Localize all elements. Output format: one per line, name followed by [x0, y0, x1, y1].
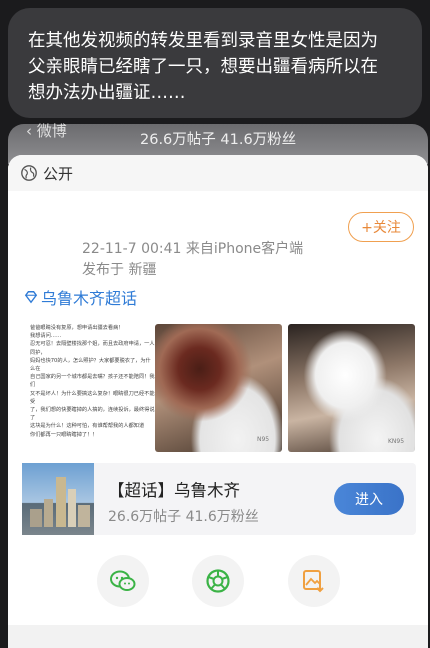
follow-button[interactable]: +关注	[348, 212, 414, 242]
city-thumbnail	[22, 463, 94, 535]
globe-icon	[21, 165, 37, 181]
image-text-line: 爸爸眼睛没有复原，想申请出疆去看病！	[30, 325, 124, 331]
image-text-line: 我想请问……	[30, 333, 62, 340]
caption-line: 父亲眼睛已经瞎了一只，想要出疆看病所以在	[28, 57, 378, 77]
image-text-line: 了，我们想的快要瞎掉的人搞的，连续投诉，最终得说了	[30, 407, 155, 422]
post-image-photo[interactable]: KN95	[288, 324, 415, 452]
image-text-line: 这块是为什么！这种可怕，有谁帮帮我的人都知道	[30, 423, 145, 430]
share-wechat-button[interactable]	[97, 555, 149, 607]
post-location: 发布于 新疆	[82, 262, 157, 278]
post-meta: 22-11-7 00:41 来自iPhone客户端	[82, 241, 304, 257]
caption-line: 在其他发视频的转发里看到录音里女性是因为	[28, 31, 378, 51]
caption-line: 想办法办出疆证……	[28, 83, 186, 103]
share-card: 公开 +关注 22-11-7 00:41 来自iPhone客户端 发布于 新疆 …	[8, 155, 428, 648]
topic-link[interactable]: 乌鲁木齐超话	[24, 285, 137, 309]
share-moments-button[interactable]	[192, 555, 244, 607]
visibility-bar: 公开	[8, 155, 428, 191]
image-text-line: 又不是坏人！为什么要搞这么复杂！眼睛很刀已经不能受	[30, 390, 155, 405]
diamond-icon	[24, 291, 38, 304]
moments-icon	[206, 569, 230, 593]
supertopic-stats: 26.6万帖子 41.6万粉丝	[108, 509, 259, 525]
supertopic-title: 【超话】乌鲁木齐	[108, 481, 240, 500]
save-image-button[interactable]	[288, 555, 340, 607]
image-text-line: 自己国家的另一个城市都是去嘴？孩子还不能陪同！我们	[30, 374, 155, 389]
back-button[interactable]: ‹ 微博	[26, 120, 67, 141]
image-text-line: 妈妈也快70的人，怎么照护？大家都要脱衣了，为什么在	[30, 357, 151, 373]
visibility-label: 公开	[43, 165, 74, 183]
supertopic-card[interactable]: 【超话】乌鲁木齐 26.6万帖子 41.6万粉丝 进入	[22, 463, 416, 535]
mask-mark: KN95	[388, 438, 405, 445]
image-text-line: 忍无可忍！去隔壁楼找那个姐，而且去政府申请，一人同护，	[30, 341, 155, 356]
image-text-line: 你们都再一只眼睛瞎掉了！！	[30, 431, 98, 438]
post-image-text[interactable]: 爸爸眼睛没有复原，想申请出疆去看病！ 我想请问…… 忍无可忍！去隔壁楼找那个姐，…	[30, 324, 155, 444]
chevron-left-icon: ‹	[26, 122, 32, 140]
post-image-photo[interactable]: N95	[155, 324, 282, 452]
save-image-icon	[303, 570, 324, 593]
enter-button[interactable]: 进入	[334, 483, 404, 515]
mask-mark: N95	[257, 436, 270, 443]
bottom-strip	[8, 625, 428, 648]
caption-bubble: 在其他发视频的转发里看到录音里女性是因为 父亲眼睛已经瞎了一只，想要出疆看病所以…	[8, 8, 422, 118]
back-label: 微博	[36, 122, 67, 140]
topic-label: 乌鲁木齐超话	[41, 289, 138, 308]
wechat-icon	[110, 570, 136, 591]
header-stats: 26.6万帖子 41.6万粉丝	[140, 132, 297, 148]
